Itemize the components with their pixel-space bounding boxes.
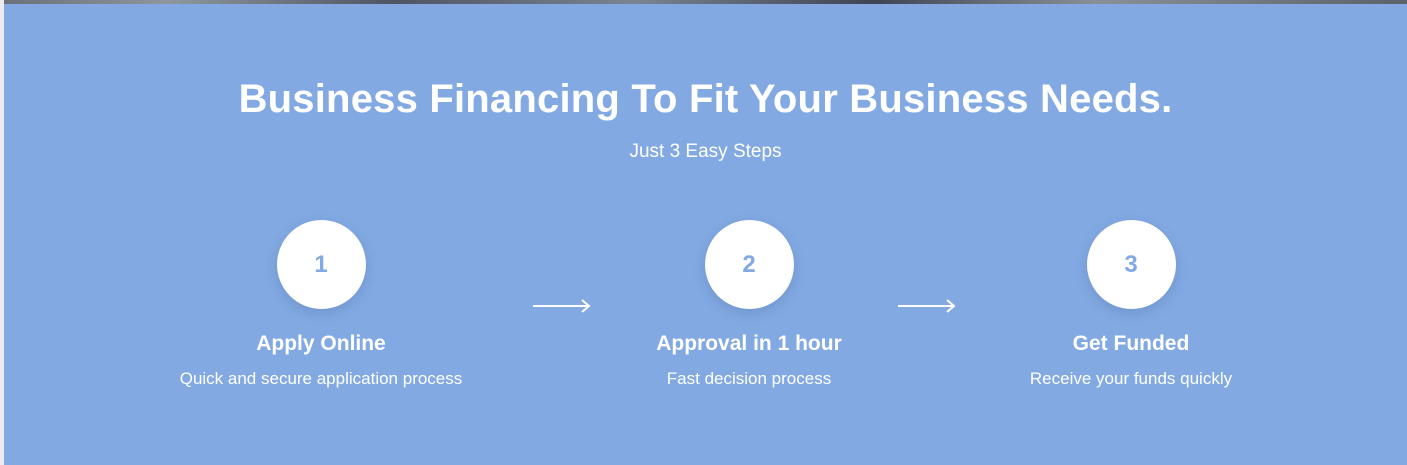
section-subtitle: Just 3 Easy Steps <box>629 141 782 162</box>
arrow-right-icon <box>898 299 956 313</box>
step-title: Apply Online <box>256 332 386 355</box>
step-number-badge: 1 <box>276 220 366 309</box>
step-1: 1 Apply Online Quick and secure applicat… <box>141 220 501 390</box>
step-description: Fast decision process <box>666 369 832 388</box>
step-number: 1 <box>314 250 328 278</box>
financing-steps-section: Business Financing To Fit Your Business … <box>4 4 1407 465</box>
step-title: Get Funded <box>1072 332 1190 355</box>
step-title: Approval in 1 hour <box>656 332 842 355</box>
step-number-badge: 3 <box>1086 220 1176 309</box>
step-3: 3 Get Funded Receive your funds quickly <box>951 220 1311 390</box>
step-description: Receive your funds quickly <box>1029 369 1233 388</box>
step-description: Quick and secure application process <box>179 369 463 388</box>
step-2: 2 Approval in 1 hour Fast decision proce… <box>569 220 929 390</box>
step-number: 3 <box>1124 250 1138 278</box>
step-number: 2 <box>742 250 756 278</box>
section-title: Business Financing To Fit Your Business … <box>238 77 1173 121</box>
step-number-badge: 2 <box>704 220 794 309</box>
